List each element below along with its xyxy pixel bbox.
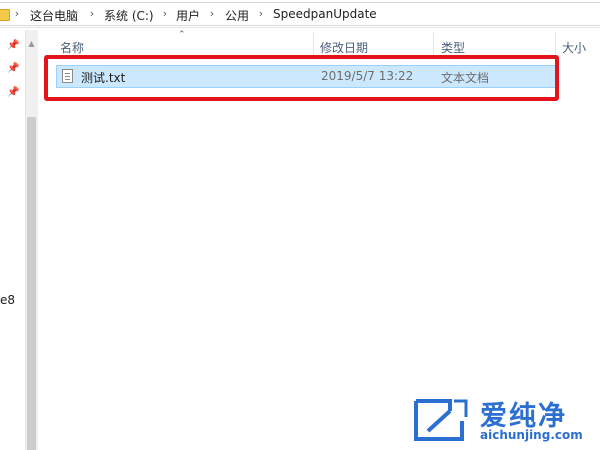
- brand-logo-icon: [414, 399, 468, 441]
- chevron-right-icon[interactable]: ›: [160, 7, 170, 20]
- column-header-type[interactable]: 类型: [441, 39, 465, 56]
- pin-icon[interactable]: 📌: [7, 87, 19, 99]
- breadcrumb-this-pc[interactable]: 这台电脑: [30, 7, 78, 24]
- highlight-annotation-box: [44, 55, 559, 101]
- scroll-up-arrow-icon[interactable]: ▲: [26, 38, 37, 50]
- watermark: 爱纯净 aichunjing.com: [408, 392, 600, 450]
- breadcrumb-users[interactable]: 用户: [176, 7, 200, 24]
- watermark-url: aichunjing.com: [480, 428, 583, 442]
- sort-ascending-icon[interactable]: ⌃: [178, 30, 186, 40]
- breadcrumb[interactable]: › 这台电脑 › 系统 (C:) › 用户 › 公用 › SpeedpanUpd…: [0, 2, 600, 26]
- column-header-size[interactable]: 大小: [562, 39, 586, 56]
- nav-scrollbar-thumb[interactable]: [27, 117, 36, 450]
- chevron-right-icon[interactable]: ›: [256, 7, 266, 20]
- chevron-right-icon[interactable]: ›: [207, 7, 217, 20]
- breadcrumb-system-c[interactable]: 系统 (C:): [104, 7, 154, 24]
- breadcrumb-public[interactable]: 公用: [225, 7, 249, 24]
- pin-icon[interactable]: 📌: [7, 40, 19, 52]
- chevron-right-icon[interactable]: ›: [87, 7, 97, 20]
- pin-icon[interactable]: 📌: [7, 63, 19, 75]
- column-header-name[interactable]: 名称: [60, 39, 84, 56]
- column-header-modified[interactable]: 修改日期: [320, 39, 368, 56]
- address-bar[interactable]: › 这台电脑 › 系统 (C:) › 用户 › 公用 › SpeedpanUpd…: [0, 0, 600, 28]
- chevron-right-icon[interactable]: ›: [12, 7, 22, 20]
- nav-item-label[interactable]: e8: [0, 293, 15, 307]
- folder-icon: [0, 9, 10, 21]
- breadcrumb-speedpanupdate[interactable]: SpeedpanUpdate: [273, 7, 377, 21]
